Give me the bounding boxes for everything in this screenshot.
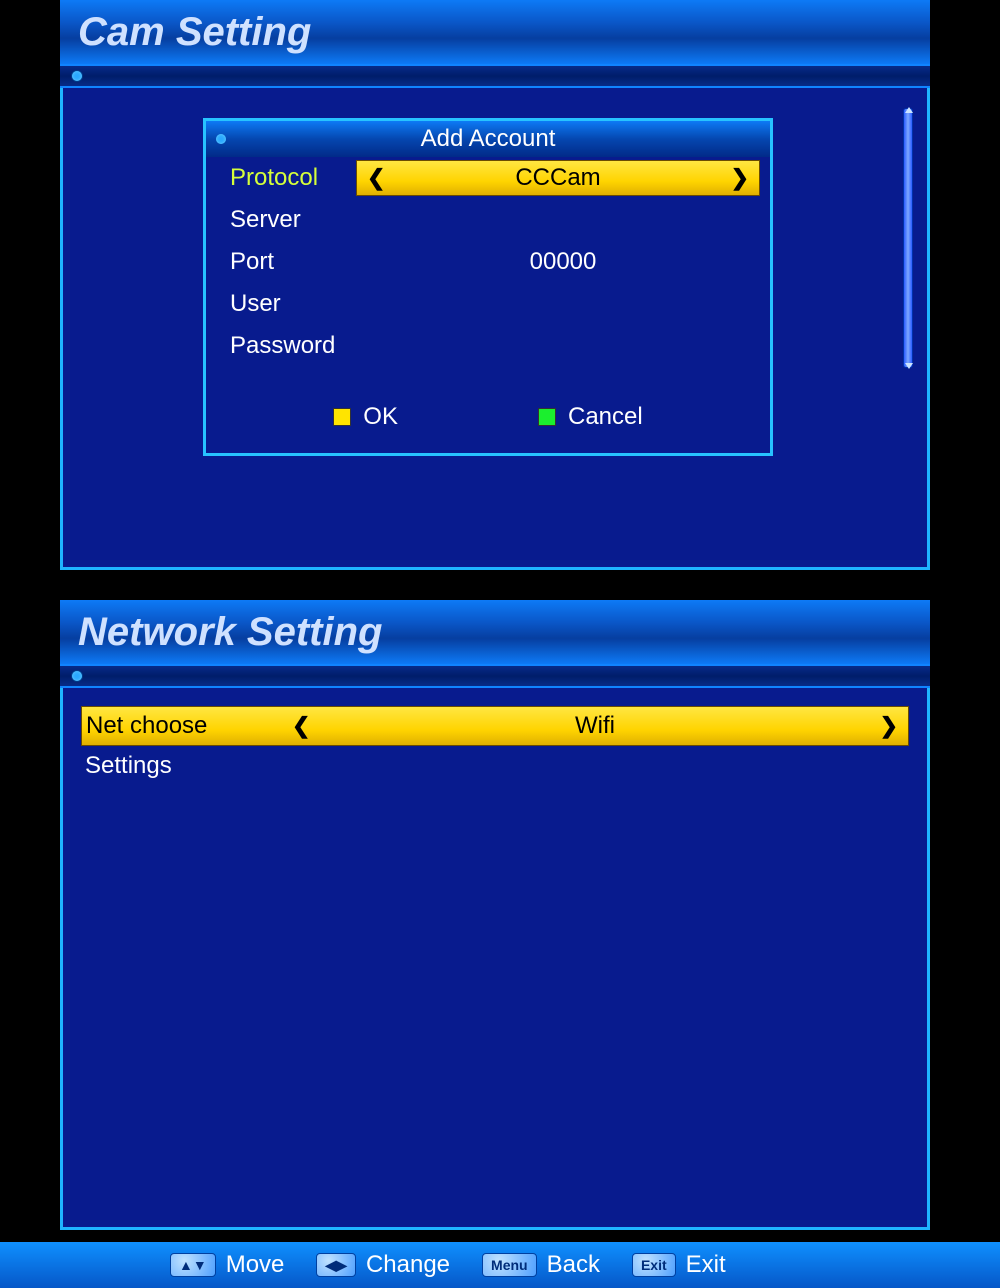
hint-back: Menu Back: [482, 1251, 600, 1279]
exit-key-icon: Exit: [632, 1253, 676, 1277]
row-port[interactable]: Port 00000: [206, 241, 770, 283]
add-account-title-bar: Add Account: [206, 121, 770, 157]
hint-exit: Exit Exit: [632, 1251, 726, 1279]
row-server[interactable]: Server: [206, 199, 770, 241]
row-protocol[interactable]: Protocol ❮ CCCam ❯: [206, 157, 770, 199]
port-value: 00000: [356, 248, 770, 276]
dot-icon: [72, 71, 82, 81]
yellow-key-icon: [333, 408, 351, 426]
add-account-dialog: Add Account Protocol ❮ CCCam ❯ Server: [203, 118, 773, 456]
footer-hint-bar: ▲▼ Move ◀▶ Change Menu Back Exit Exit: [0, 1242, 1000, 1288]
hint-back-label: Back: [547, 1251, 600, 1279]
label-server: Server: [206, 206, 356, 234]
cam-content: Add Account Protocol ❮ CCCam ❯ Server: [60, 88, 930, 570]
cam-title-bar: Cam Setting: [60, 0, 930, 64]
label-protocol: Protocol: [206, 164, 356, 192]
protocol-value: CCCam: [385, 164, 730, 192]
updown-key-icon: ▲▼: [170, 1253, 216, 1277]
row-settings[interactable]: Settings: [81, 746, 909, 786]
dot-icon: [216, 134, 226, 144]
add-account-body: Protocol ❮ CCCam ❯ Server Port 00000: [206, 157, 770, 453]
chevron-left-icon[interactable]: ❮: [292, 713, 310, 739]
net-accent-strip: [60, 664, 930, 688]
row-net-choose[interactable]: Net choose ❮ Wifi ❯: [81, 706, 909, 746]
leftright-key-icon: ◀▶: [316, 1253, 356, 1277]
chevron-right-icon[interactable]: ❯: [880, 713, 898, 739]
label-net-choose: Net choose: [82, 712, 282, 740]
add-account-title: Add Account: [421, 125, 556, 153]
cancel-label: Cancel: [568, 403, 643, 431]
chevron-left-icon[interactable]: ❮: [367, 165, 385, 191]
dot-icon: [72, 671, 82, 681]
label-user: User: [206, 290, 356, 318]
green-key-icon: [538, 408, 556, 426]
network-setting-panel: Network Setting Net choose ❮ Wifi ❯ Sett…: [60, 600, 930, 1230]
label-port: Port: [206, 248, 356, 276]
cam-accent-strip: [60, 64, 930, 88]
row-password[interactable]: Password: [206, 325, 770, 367]
dialog-actions: OK Cancel: [206, 367, 770, 453]
cancel-button[interactable]: Cancel: [538, 403, 643, 431]
protocol-spinner[interactable]: ❮ CCCam ❯: [356, 160, 760, 196]
net-content: Net choose ❮ Wifi ❯ Settings: [60, 688, 930, 1230]
net-title-text: Network Setting: [78, 610, 382, 655]
cam-setting-panel: Cam Setting Add Account Protocol ❮ CCCam…: [60, 0, 930, 570]
net-choose-value: Wifi: [310, 712, 879, 740]
row-user[interactable]: User: [206, 283, 770, 325]
hint-change: ◀▶ Change: [316, 1251, 450, 1279]
cam-title-text: Cam Setting: [78, 10, 311, 55]
ok-label: OK: [363, 403, 398, 431]
label-settings: Settings: [81, 752, 281, 780]
hint-change-label: Change: [366, 1251, 450, 1279]
chevron-right-icon[interactable]: ❯: [731, 165, 749, 191]
scrollbar[interactable]: [903, 108, 913, 368]
net-rows: Net choose ❮ Wifi ❯ Settings: [63, 688, 927, 804]
hint-move: ▲▼ Move: [170, 1251, 284, 1279]
ok-button[interactable]: OK: [333, 403, 398, 431]
net-choose-spinner[interactable]: ❮ Wifi ❯: [282, 708, 908, 744]
hint-exit-label: Exit: [686, 1251, 726, 1279]
net-title-bar: Network Setting: [60, 600, 930, 664]
menu-key-icon: Menu: [482, 1253, 537, 1277]
label-password: Password: [206, 332, 356, 360]
hint-move-label: Move: [226, 1251, 285, 1279]
